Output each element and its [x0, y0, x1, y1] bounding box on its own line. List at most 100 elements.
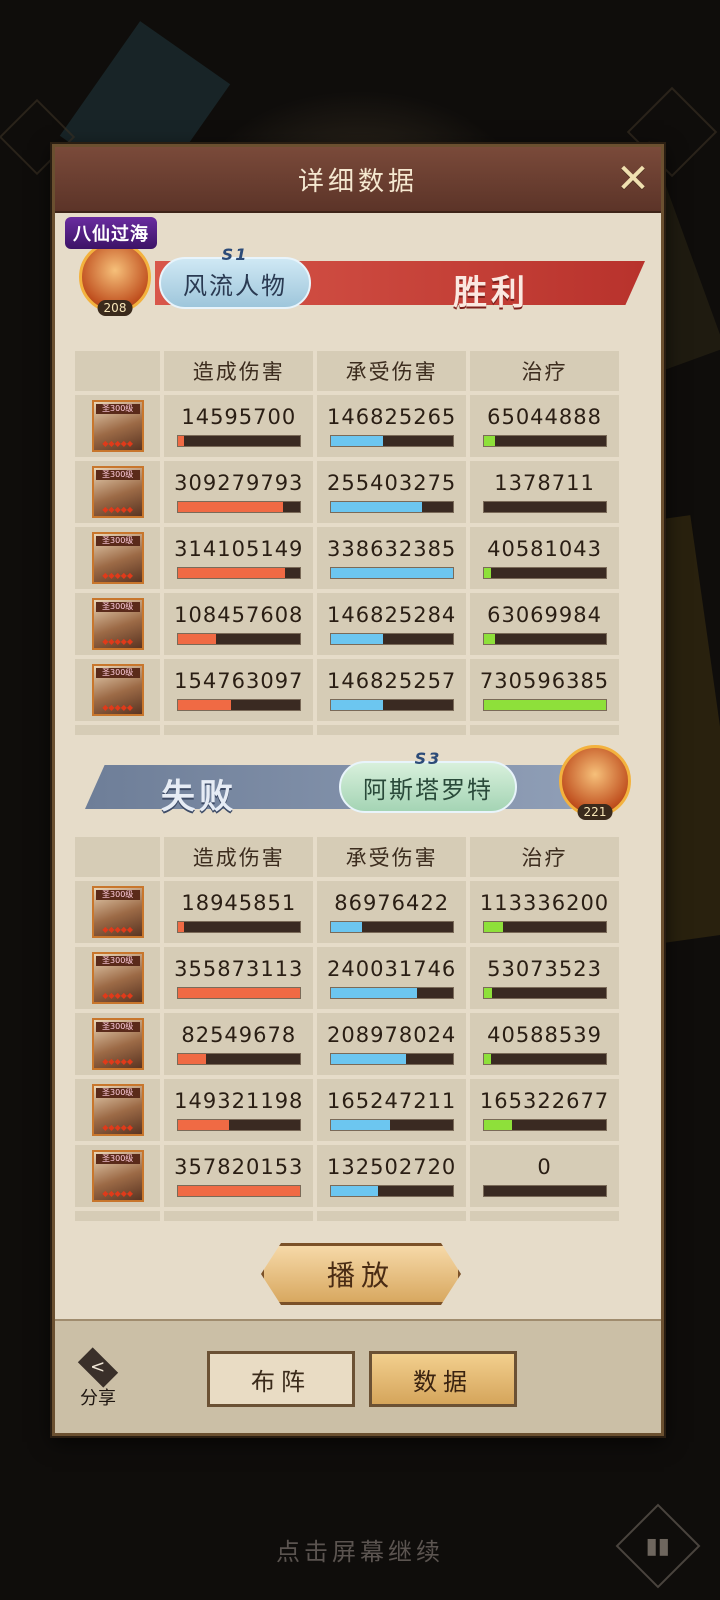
header-blank: [75, 837, 161, 877]
taken-value: 146825265: [327, 405, 457, 429]
heal-bar: [482, 921, 607, 933]
stats-table-loser: 造成伤害 承受伤害 治疗 圣300级 ◆◆◆◆◆ 18945851 86976422 1…: [75, 837, 623, 1221]
heal-bar: [482, 501, 607, 513]
hero-portrait[interactable]: 圣300级 ◆◆◆◆◆: [91, 1150, 144, 1202]
taken-bar: [329, 435, 454, 447]
heal-bar-fill: [483, 634, 495, 644]
damage-bar-fill: [177, 1186, 300, 1196]
stats-button[interactable]: ▮▮: [615, 1503, 701, 1589]
team-name: 风流人物: [183, 271, 287, 300]
tab-formation[interactable]: 布阵: [207, 1351, 355, 1407]
table-row: 圣300级 ◆◆◆◆◆ 355873113 240031746 53073523: [75, 947, 623, 1009]
team-leader-avatar[interactable]: 221: [559, 745, 631, 820]
hero-portrait[interactable]: 圣300级 ◆◆◆◆◆: [91, 952, 144, 1004]
taken-bar: [329, 633, 454, 645]
heal-cell: 65044888: [470, 395, 619, 457]
damage-bar-fill: [177, 700, 232, 710]
taken-bar-fill: [330, 922, 363, 932]
heal-bar: [482, 699, 607, 711]
table-row: 圣300级 ◆◆◆◆◆ 309279793 255403275 1378711: [75, 461, 623, 523]
team-banner-loser: 失败 S3 阿斯塔罗特 221: [75, 731, 645, 823]
header-heal: 治疗: [470, 351, 619, 391]
heal-value: 730596385: [479, 669, 610, 693]
share-icon-frame: <: [77, 1347, 119, 1388]
hero-cell: 圣300级 ◆◆◆◆◆: [75, 395, 161, 457]
hero-portrait[interactable]: 圣300级 ◆◆◆◆◆: [91, 1084, 144, 1136]
hero-level: 圣300级: [95, 536, 140, 546]
team-name-plate: S1 风流人物: [159, 245, 311, 309]
damage-bar-fill: [177, 1054, 206, 1064]
heal-cell: 730596385: [470, 659, 619, 721]
heal-bar-fill: [483, 700, 606, 710]
hero-portrait[interactable]: 圣300级 ◆◆◆◆◆: [91, 532, 144, 584]
hero-cell: 圣300级 ◆◆◆◆◆: [75, 527, 161, 589]
heal-cell: 53073523: [470, 947, 619, 1009]
taken-bar-fill: [330, 1120, 391, 1130]
header-blank: [75, 351, 161, 391]
taken-cell: 146825284: [317, 593, 467, 655]
hero-portrait[interactable]: 圣300级 ◆◆◆◆◆: [91, 1018, 144, 1070]
damage-bar: [176, 921, 301, 933]
hero-portrait[interactable]: 圣300级 ◆◆◆◆◆: [91, 400, 144, 452]
panel-header: 详细数据 ✕: [55, 147, 661, 213]
team-leader-avatar[interactable]: 208: [79, 241, 151, 316]
hero-cell: 圣300级 ◆◆◆◆◆: [75, 659, 161, 721]
damage-bar-fill: [177, 922, 184, 932]
taken-bar: [329, 567, 454, 579]
tap-to-continue[interactable]: 点击屏幕继续: [0, 1532, 720, 1567]
hero-portrait[interactable]: 圣300级 ◆◆◆◆◆: [91, 466, 144, 518]
damage-bar: [176, 501, 301, 513]
stats-table-winner: 造成伤害 承受伤害 治疗 圣300级 ◆◆◆◆◆ 14595700 146825265…: [75, 351, 623, 735]
hero-level: 圣300级: [95, 470, 140, 480]
close-icon: ✕: [616, 156, 650, 202]
hero-stars: ◆◆◆◆◆: [102, 925, 134, 934]
hero-stars: ◆◆◆◆◆: [102, 571, 134, 580]
panel-footer: < 分享 布阵 数据: [55, 1319, 661, 1433]
damage-cell: 309279793: [164, 461, 314, 523]
season-tag: S1: [221, 245, 249, 264]
damage-value: 355873113: [174, 957, 304, 981]
damage-bar-fill: [177, 436, 184, 446]
header-damage: 造成伤害: [164, 351, 314, 391]
taken-bar-fill: [330, 634, 384, 644]
hero-cell: 圣300级 ◆◆◆◆◆: [75, 593, 161, 655]
header-heal: 治疗: [470, 837, 619, 877]
tab-data[interactable]: 数据: [369, 1351, 517, 1407]
damage-cell: 108457608: [164, 593, 314, 655]
damage-value: 108457608: [174, 603, 304, 627]
damage-bar-fill: [177, 568, 286, 578]
hero-cell: 圣300级 ◆◆◆◆◆: [75, 947, 161, 1009]
damage-value: 357820153: [174, 1155, 304, 1179]
battle-result-lose: 失败: [161, 777, 237, 817]
detail-data-panel: 详细数据 ✕ 208 八仙过海 S1 风流人物 胜利 造成伤害 承受伤害 治疗 …: [52, 144, 664, 1436]
hero-level: 圣300级: [95, 1154, 140, 1164]
taken-value: 86976422: [334, 891, 450, 915]
header-damage: 造成伤害: [164, 837, 314, 877]
hero-stars: ◆◆◆◆◆: [102, 703, 134, 712]
taken-bar: [329, 1185, 454, 1197]
share-label: 分享: [80, 1388, 116, 1409]
hero-portrait[interactable]: 圣300级 ◆◆◆◆◆: [91, 598, 144, 650]
play-button[interactable]: 播放: [261, 1243, 461, 1305]
damage-value: 154763097: [174, 669, 304, 693]
heal-bar-fill: [483, 988, 493, 998]
damage-bar: [176, 567, 301, 579]
taken-value: 132502720: [327, 1155, 457, 1179]
taken-bar: [329, 501, 454, 513]
taken-cell: 146825257: [317, 659, 467, 721]
header-taken: 承受伤害: [317, 837, 467, 877]
hero-level: 圣300级: [95, 1088, 140, 1098]
damage-bar: [176, 699, 301, 711]
taken-bar-fill: [330, 988, 418, 998]
heal-cell: 0: [470, 1145, 619, 1207]
heal-bar: [482, 435, 607, 447]
share-button[interactable]: < 分享: [73, 1347, 123, 1409]
panel-title: 详细数据: [297, 166, 418, 197]
damage-bar-fill: [177, 1120, 230, 1130]
heal-bar-fill: [483, 568, 491, 578]
close-button[interactable]: ✕: [615, 156, 651, 202]
hero-portrait[interactable]: 圣300级 ◆◆◆◆◆: [91, 664, 144, 716]
team-level: 208: [97, 300, 133, 316]
hero-portrait[interactable]: 圣300级 ◆◆◆◆◆: [91, 886, 144, 938]
damage-bar-fill: [177, 634, 216, 644]
